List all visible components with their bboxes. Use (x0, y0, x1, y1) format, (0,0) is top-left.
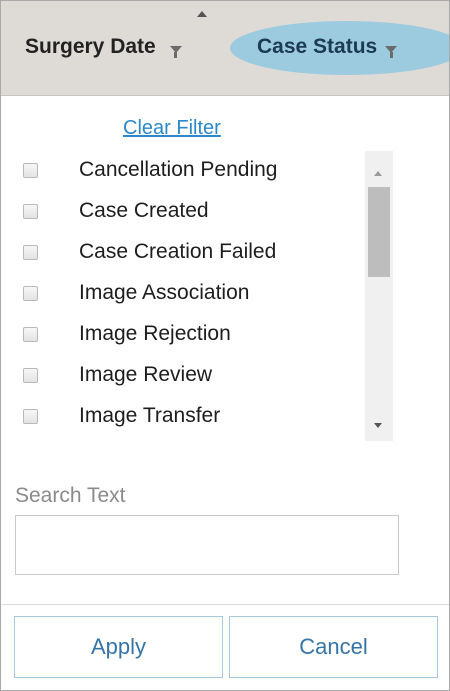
list-scrollbar[interactable] (365, 151, 393, 441)
cancel-button[interactable]: Cancel (229, 616, 438, 678)
filter-popup: Surgery Date Case Status Clear Filter Ca… (0, 0, 450, 691)
list-item[interactable] (1, 437, 361, 443)
option-label: Case Creation Failed (79, 240, 277, 263)
filter-icon[interactable] (169, 45, 182, 58)
checkbox[interactable] (23, 326, 38, 342)
clear-filter-link[interactable]: Clear Filter (123, 117, 221, 140)
apply-button[interactable]: Apply (14, 616, 223, 678)
option-label: Image Transfer (79, 404, 221, 427)
checkbox[interactable] (23, 408, 38, 424)
scroll-down-icon[interactable] (374, 423, 382, 428)
checkbox[interactable] (23, 285, 38, 301)
list-item[interactable]: Image Rejection (1, 319, 361, 349)
sort-ascending-icon[interactable] (197, 11, 207, 17)
status-option-list: Cancellation Pending Case Created Case C… (1, 147, 361, 443)
checkbox[interactable] (23, 162, 38, 178)
list-item[interactable]: Case Creation Failed (1, 237, 361, 267)
list-item[interactable]: Image Review (1, 360, 361, 390)
search-input[interactable] (15, 515, 399, 575)
column-header-case-status[interactable]: Case Status (257, 35, 398, 59)
option-label: Case Created (79, 199, 209, 222)
scroll-thumb[interactable] (368, 187, 390, 277)
list-item[interactable]: Case Created (1, 196, 361, 226)
checkbox[interactable] (23, 244, 38, 260)
scroll-up-icon[interactable] (374, 171, 382, 176)
grid-header: Surgery Date Case Status (1, 1, 449, 96)
column-header-label: Surgery Date (25, 35, 156, 58)
option-label: Image Association (79, 281, 250, 304)
checkbox[interactable] (23, 367, 38, 383)
checkbox[interactable] (23, 203, 38, 219)
search-text-label: Search Text (15, 484, 126, 507)
list-item[interactable]: Image Association (1, 278, 361, 308)
column-header-label: Case Status (257, 35, 378, 58)
list-item[interactable]: Cancellation Pending (1, 155, 361, 185)
column-header-surgery-date[interactable]: Surgery Date (25, 35, 182, 59)
divider (1, 604, 449, 605)
option-label: Image Rejection (79, 322, 231, 345)
option-label: Image Review (79, 363, 213, 386)
option-label: Cancellation Pending (79, 158, 278, 181)
list-item[interactable]: Image Transfer (1, 401, 361, 431)
filter-icon[interactable] (385, 45, 398, 58)
